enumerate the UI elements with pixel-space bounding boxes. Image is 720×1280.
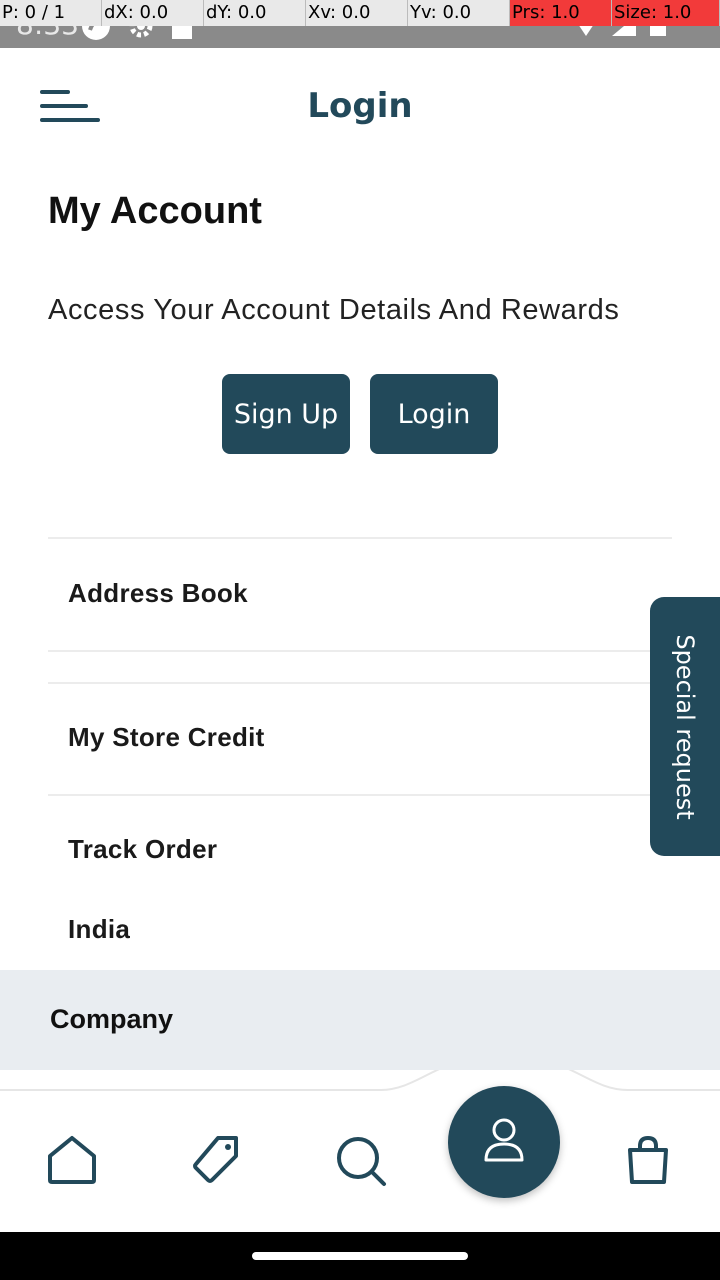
company-section-header[interactable]: Company [0, 970, 720, 1070]
search-icon[interactable] [334, 1134, 388, 1188]
debug-size: Size: 1.0 [612, 0, 720, 26]
menu-item-address-book[interactable]: Address Book [68, 578, 248, 609]
login-button[interactable]: Login [370, 374, 498, 454]
special-request-label: Special request [671, 633, 699, 820]
debug-dy: dY: 0.0 [204, 0, 306, 26]
menu-item-country[interactable]: India [68, 914, 130, 945]
pointer-debug-overlay: P: 0 / 1 dX: 0.0 dY: 0.0 Xv: 0.0 Yv: 0.0… [0, 0, 720, 26]
user-icon [484, 1118, 524, 1162]
divider [48, 794, 672, 796]
app-bar: Login [0, 48, 720, 168]
page-header-title: Login [307, 86, 413, 126]
special-request-tab[interactable]: Special request [650, 597, 720, 856]
page-title: My Account [48, 190, 262, 232]
debug-yv: Yv: 0.0 [408, 0, 510, 26]
system-navigation-bar [0, 1232, 720, 1280]
company-label: Company [50, 1004, 174, 1034]
account-fab-button[interactable] [448, 1086, 560, 1198]
menu-item-track-order[interactable]: Track Order [68, 834, 217, 865]
debug-pointer: P: 0 / 1 [0, 0, 102, 26]
shopping-bag-icon[interactable] [626, 1134, 670, 1186]
sign-up-button[interactable]: Sign Up [222, 374, 350, 454]
account-subtitle: Access Your Account Details And Rewards [48, 294, 620, 326]
debug-xv: Xv: 0.0 [306, 0, 408, 26]
divider [48, 650, 672, 652]
home-icon[interactable] [46, 1134, 98, 1186]
divider [48, 537, 672, 539]
home-gesture-pill[interactable] [252, 1252, 468, 1260]
debug-pressure: Prs: 1.0 [510, 0, 612, 26]
menu-item-store-credit[interactable]: My Store Credit [68, 722, 265, 753]
divider [48, 682, 672, 684]
tag-icon[interactable] [190, 1134, 242, 1186]
debug-dx: dX: 0.0 [102, 0, 204, 26]
